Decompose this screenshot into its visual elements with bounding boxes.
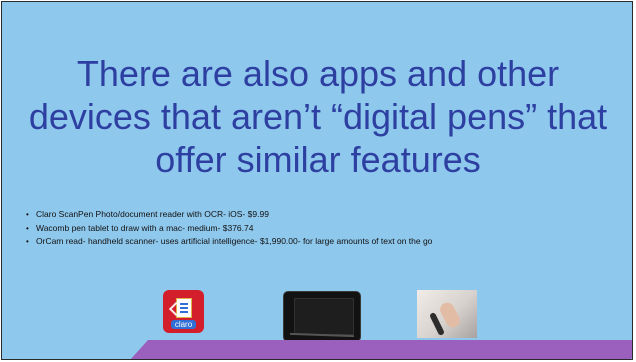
orcam-scanner-image bbox=[417, 290, 477, 338]
bullet-item-claro: Claro ScanPen Photo/document reader with… bbox=[24, 208, 614, 222]
purple-accent-band bbox=[111, 340, 632, 359]
bullet-list: Claro ScanPen Photo/document reader with… bbox=[24, 208, 614, 249]
bullet-item-wacom: Wacomb pen tablet to draw with a mac- me… bbox=[24, 222, 614, 236]
wacom-tablet-image bbox=[284, 292, 360, 341]
bullet-item-orcam: OrCam read- handheld scanner- uses artif… bbox=[24, 235, 614, 249]
presentation-slide: There are also apps and other devices th… bbox=[1, 1, 633, 360]
slide-title: There are also apps and other devices th… bbox=[28, 53, 608, 180]
tablet-surface bbox=[294, 298, 354, 335]
claro-logo-text: claro bbox=[171, 320, 196, 329]
claro-app-icon: claro bbox=[163, 290, 204, 333]
